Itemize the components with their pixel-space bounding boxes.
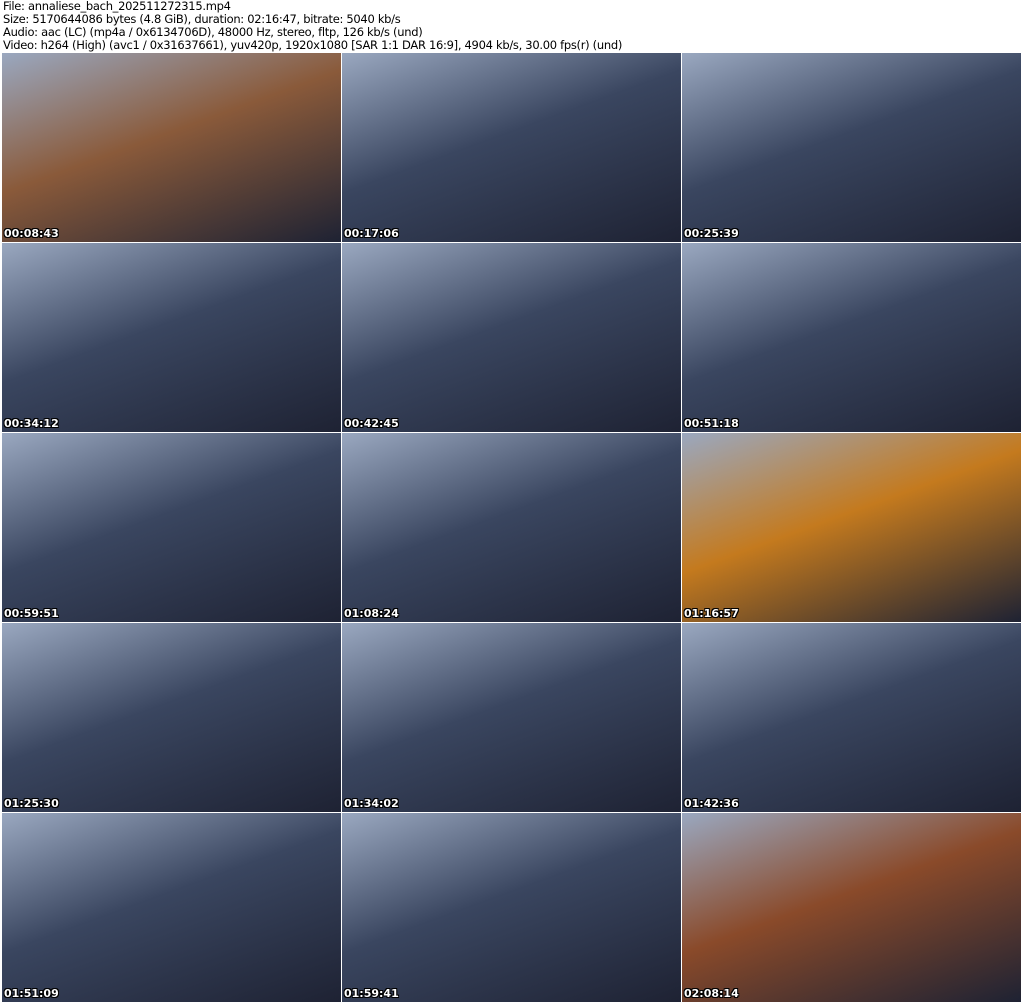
video-thumbnail: 01:08:24 xyxy=(342,433,681,622)
thumbnail-timestamp: 01:34:02 xyxy=(344,797,399,810)
video-thumbnail: 01:25:30 xyxy=(2,623,341,812)
thumbnail-timestamp: 02:08:14 xyxy=(684,987,739,1000)
video-thumbnail: 00:08:43 xyxy=(2,53,341,242)
thumbnail-timestamp: 01:08:24 xyxy=(344,607,399,620)
thumbnail-timestamp: 00:25:39 xyxy=(684,227,739,240)
thumbnail-timestamp: 01:25:30 xyxy=(4,797,59,810)
thumbnail-timestamp: 00:59:51 xyxy=(4,607,59,620)
thumbnail-timestamp: 01:59:41 xyxy=(344,987,399,1000)
video-info: Video: h264 (High) (avc1 / 0x31637661), … xyxy=(3,38,623,52)
video-thumbnail: 00:25:39 xyxy=(682,53,1021,242)
video-thumbnail: 00:17:06 xyxy=(342,53,681,242)
thumbnail-timestamp: 00:34:12 xyxy=(4,417,59,430)
video-thumbnail: 00:34:12 xyxy=(2,243,341,432)
thumbnail-timestamp: 00:08:43 xyxy=(4,227,59,240)
file-info-header: File: annaliese_bach_202511272315.mp4 Si… xyxy=(3,0,622,52)
video-thumbnail: 00:59:51 xyxy=(2,433,341,622)
video-thumbnail: 01:51:09 xyxy=(2,813,341,1002)
thumbnail-timestamp: 01:51:09 xyxy=(4,987,59,1000)
thumbnail-grid: 00:08:43 00:17:06 00:25:39 00:34:12 00:42:45… xyxy=(2,53,1021,1002)
video-thumbnail: 00:42:45 xyxy=(342,243,681,432)
thumbnail-timestamp: 00:17:06 xyxy=(344,227,399,240)
video-thumbnail: 00:51:18 xyxy=(682,243,1021,432)
video-thumbnail: 01:59:41 xyxy=(342,813,681,1002)
video-thumbnail: 01:16:57 xyxy=(682,433,1021,622)
thumbnail-timestamp: 01:16:57 xyxy=(684,607,739,620)
thumbnail-timestamp: 00:51:18 xyxy=(684,417,739,430)
thumbnail-timestamp: 00:42:45 xyxy=(344,417,399,430)
thumbnail-timestamp: 01:42:36 xyxy=(684,797,739,810)
video-thumbnail: 01:42:36 xyxy=(682,623,1021,812)
video-thumbnail: 02:08:14 xyxy=(682,813,1021,1002)
video-thumbnail: 01:34:02 xyxy=(342,623,681,812)
